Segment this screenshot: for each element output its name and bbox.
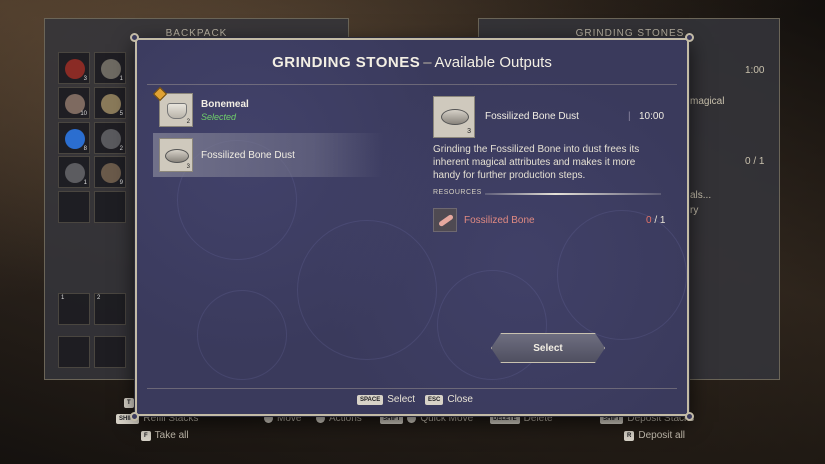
hotbar-slot[interactable] <box>94 336 126 368</box>
available-outputs-modal: GRINDING STONES – Available Outputs 2 Bone… <box>130 33 694 421</box>
output-item-name: Fossilized Bone Dust <box>485 111 579 122</box>
craft-time: 10:00 <box>639 111 665 122</box>
backpack-slot[interactable]: 3 <box>58 52 90 84</box>
hotbar-slot[interactable]: 2 <box>94 293 126 325</box>
recipe-item-bonemeal[interactable]: 2 Bonemeal Selected <box>152 86 383 132</box>
fossilized-bone-dust-icon: 3 <box>159 138 193 172</box>
panel-text: als... <box>690 190 712 201</box>
corner-ornament <box>685 412 694 421</box>
hotbar-slot[interactable]: 1 <box>58 293 90 325</box>
hotbar-slot[interactable] <box>58 336 90 368</box>
backpack-slot[interactable]: 10 <box>58 87 90 119</box>
panel-time: 1:00 <box>745 65 765 76</box>
resource-name: Fossilized Bone <box>464 215 535 226</box>
divider: | <box>628 111 631 122</box>
selected-badge-icon <box>152 86 168 102</box>
resource-count: 0 / 1 <box>646 215 666 226</box>
bonemeal-icon: 2 <box>152 86 193 127</box>
modal-title: GRINDING STONES – Available Outputs <box>272 54 552 71</box>
select-button[interactable]: Select <box>491 333 605 363</box>
output-description: Grinding the Fossilized Bone into dust f… <box>433 144 640 181</box>
hint-close[interactable]: ESC Close <box>425 394 473 405</box>
hint-take-all[interactable]: F Take all <box>141 430 189 441</box>
divider <box>485 193 661 195</box>
backpack-slot[interactable]: 8 <box>58 122 90 154</box>
fossilized-bone-icon <box>433 208 457 232</box>
recipe-item-fossilized-bone-dust[interactable]: 3 Fossilized Bone Dust <box>153 133 383 177</box>
corner-ornament <box>130 412 139 421</box>
backpack-slot[interactable]: 2 <box>94 122 126 154</box>
backpack-slot[interactable]: 1 <box>94 52 126 84</box>
hint-deposit-all[interactable]: R Deposit all <box>624 430 685 441</box>
divider <box>147 388 677 389</box>
panel-text: ry <box>690 205 699 216</box>
recipe-name: Bonemeal <box>201 98 249 110</box>
output-item-icon: 3 <box>433 96 475 138</box>
resources-label: RESOURCES <box>433 189 482 196</box>
corner-ornament <box>685 33 694 42</box>
recipe-status: Selected <box>201 111 237 122</box>
backpack-slot-empty[interactable] <box>58 191 90 223</box>
backpack-slot[interactable]: 5 <box>94 87 126 119</box>
divider <box>147 84 677 85</box>
backpack-slot[interactable]: 9 <box>94 156 126 188</box>
hint-select[interactable]: SPACE Select <box>357 394 415 405</box>
hint-t: T <box>124 398 134 408</box>
panel-text: magical <box>690 96 725 107</box>
backpack-slot-empty[interactable] <box>94 191 126 223</box>
backpack-slot[interactable]: 1 <box>58 156 90 188</box>
panel-count: 0 / 1 <box>745 156 765 167</box>
recipe-name: Fossilized Bone Dust <box>201 149 295 161</box>
corner-ornament <box>130 33 139 42</box>
